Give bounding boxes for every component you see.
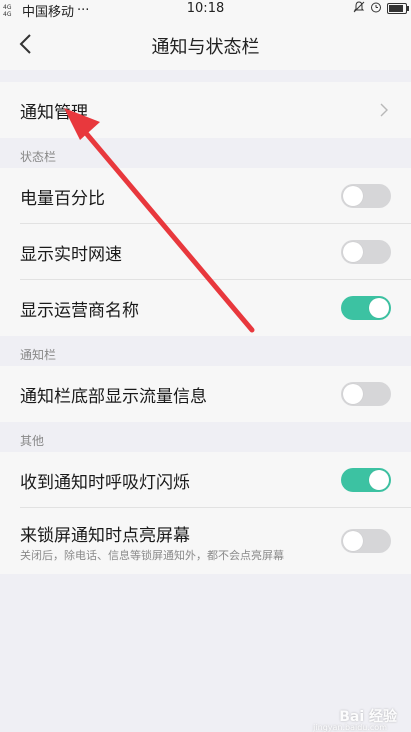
section-header-other: 其他 <box>20 434 45 448</box>
traffic-info-row: 通知栏底部显示流量信息 <box>0 366 411 422</box>
row-label: 显示实时网速 <box>20 245 122 265</box>
carrier-name-row: 显示运营商名称 <box>0 280 411 336</box>
notification-management-row[interactable]: 通知管理 <box>0 82 411 138</box>
row-description: 关闭后，除电话、信息等锁屏通知外，都不会点亮屏幕 <box>20 549 284 562</box>
battery-percent-toggle[interactable] <box>341 184 391 208</box>
chevron-right-icon <box>380 103 388 117</box>
status-right <box>353 1 409 16</box>
page-title: 通知与状态栏 <box>151 37 260 58</box>
clock: 10:18 <box>186 1 225 16</box>
toggle-knob <box>343 384 363 404</box>
traffic-info-toggle[interactable] <box>341 382 391 406</box>
toggle-knob <box>343 531 363 551</box>
toggle-knob <box>343 242 363 262</box>
row-label: 通知栏底部显示流量信息 <box>20 387 207 407</box>
toggle-knob <box>343 186 363 206</box>
section-header-status-bar: 状态栏 <box>20 150 57 164</box>
breath-light-row: 收到通知时呼吸灯闪烁 <box>0 452 411 508</box>
baidu-watermark-domain: jingyan.baidu.com <box>313 723 387 732</box>
status-bar: 4G 4G 中国移动 ··· 10:18 <box>0 0 411 20</box>
row-label: 来锁屏通知时点亮屏幕 <box>20 526 190 546</box>
breath-light-toggle[interactable] <box>341 468 391 492</box>
row-label: 电量百分比 <box>20 189 105 209</box>
toggle-knob <box>369 470 389 490</box>
lock-screen-toggle[interactable] <box>341 529 391 553</box>
toggle-knob <box>369 298 389 318</box>
alarm-icon <box>370 1 382 16</box>
realtime-speed-toggle[interactable] <box>341 240 391 264</box>
lock-screen-row: 来锁屏通知时点亮屏幕 关闭后，除电话、信息等锁屏通知外，都不会点亮屏幕 <box>0 508 411 574</box>
battery-icon <box>387 3 409 14</box>
row-label: 显示运营商名称 <box>20 301 139 321</box>
row-label: 通知管理 <box>20 103 88 123</box>
realtime-speed-row: 显示实时网速 <box>0 224 411 280</box>
row-label: 收到通知时呼吸灯闪烁 <box>20 473 190 493</box>
navigation-bar: 通知与状态栏 <box>0 18 411 70</box>
section-header-notification-bar: 通知栏 <box>20 348 57 362</box>
carrier-name-toggle[interactable] <box>341 296 391 320</box>
battery-fill <box>389 5 403 12</box>
battery-percent-row: 电量百分比 <box>0 168 411 224</box>
silent-icon <box>353 1 365 16</box>
